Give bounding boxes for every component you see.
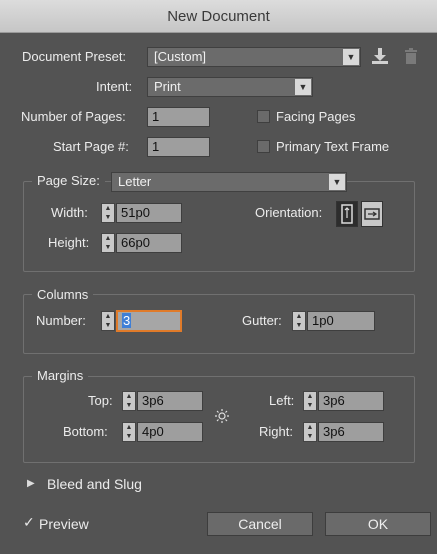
start-page-input[interactable]: 1 <box>147 137 210 157</box>
window-title: New Document <box>0 0 437 33</box>
width-label: Width: <box>51 205 88 220</box>
intent-label: Intent: <box>96 79 133 94</box>
chevron-down-icon: ▼ <box>329 174 345 190</box>
pages-label: Number of Pages: <box>21 109 126 124</box>
facing-pages-checkbox[interactable] <box>257 110 270 123</box>
right-stepper[interactable]: ▲ ▼ <box>303 422 317 442</box>
width-input[interactable]: 51p0 <box>116 203 182 223</box>
columns-number-label: Number: <box>36 313 86 328</box>
columns-title: Columns <box>32 287 94 303</box>
bottom-label: Bottom: <box>63 424 108 439</box>
preset-value: [Custom] <box>154 49 207 64</box>
facing-pages-label: Facing Pages <box>276 109 356 124</box>
preview-label: Preview <box>39 516 89 532</box>
page-size-value: Letter <box>118 174 152 189</box>
pages-input[interactable]: 1 <box>147 107 210 127</box>
bottom-stepper[interactable]: ▲ ▼ <box>122 422 136 442</box>
top-label: Top: <box>88 393 113 408</box>
left-stepper[interactable]: ▲ ▼ <box>303 391 317 411</box>
height-input[interactable]: 66p0 <box>116 233 182 253</box>
preview-checkbox[interactable]: ✓ <box>23 515 37 529</box>
cancel-button[interactable]: Cancel <box>207 512 313 536</box>
height-stepper[interactable]: ▲ ▼ <box>101 233 115 253</box>
bleed-slug-label[interactable]: Bleed and Slug <box>47 474 142 494</box>
page-size-label: Page Size: <box>32 173 105 189</box>
right-input[interactable]: 3p6 <box>318 422 384 442</box>
primary-text-frame-checkbox[interactable] <box>257 140 270 153</box>
chevron-down-icon: ▼ <box>295 79 311 95</box>
chevron-down-icon: ▼ <box>343 49 359 65</box>
ok-button[interactable]: OK <box>325 512 431 536</box>
preset-label: Document Preset: <box>22 49 127 64</box>
portrait-icon[interactable] <box>336 201 358 227</box>
height-label: Height: <box>48 235 90 250</box>
orientation-label: Orientation: <box>255 205 323 220</box>
margins-title: Margins <box>32 368 89 384</box>
trash-icon[interactable] <box>404 46 418 66</box>
columns-number-value: 3 <box>122 313 132 328</box>
save-preset-icon[interactable] <box>371 46 389 66</box>
start-page-label: Start Page #: <box>53 139 129 154</box>
right-label: Right: <box>259 424 293 439</box>
page-size-dropdown[interactable]: Letter ▼ <box>111 172 347 192</box>
preset-dropdown[interactable]: [Custom] ▼ <box>147 47 361 67</box>
intent-value: Print <box>154 79 181 94</box>
landscape-icon[interactable] <box>361 201 383 227</box>
gutter-label: Gutter: <box>242 313 282 328</box>
width-stepper[interactable]: ▲ ▼ <box>101 203 115 223</box>
left-input[interactable]: 3p6 <box>318 391 384 411</box>
link-chain-icon[interactable] <box>213 407 231 425</box>
gutter-stepper[interactable]: ▲ ▼ <box>292 311 306 331</box>
columns-number-stepper[interactable]: ▲ ▼ <box>101 311 115 331</box>
intent-dropdown[interactable]: Print ▼ <box>147 77 313 97</box>
primary-text-frame-label: Primary Text Frame <box>276 139 390 154</box>
disclosure-triangle-icon[interactable]: ▶ <box>27 476 35 492</box>
gutter-input[interactable]: 1p0 <box>307 311 375 331</box>
columns-number-input[interactable]: 3 <box>116 310 182 332</box>
top-input[interactable]: 3p6 <box>137 391 203 411</box>
left-label: Left: <box>269 393 295 408</box>
bottom-input[interactable]: 4p0 <box>137 422 203 442</box>
top-stepper[interactable]: ▲ ▼ <box>122 391 136 411</box>
